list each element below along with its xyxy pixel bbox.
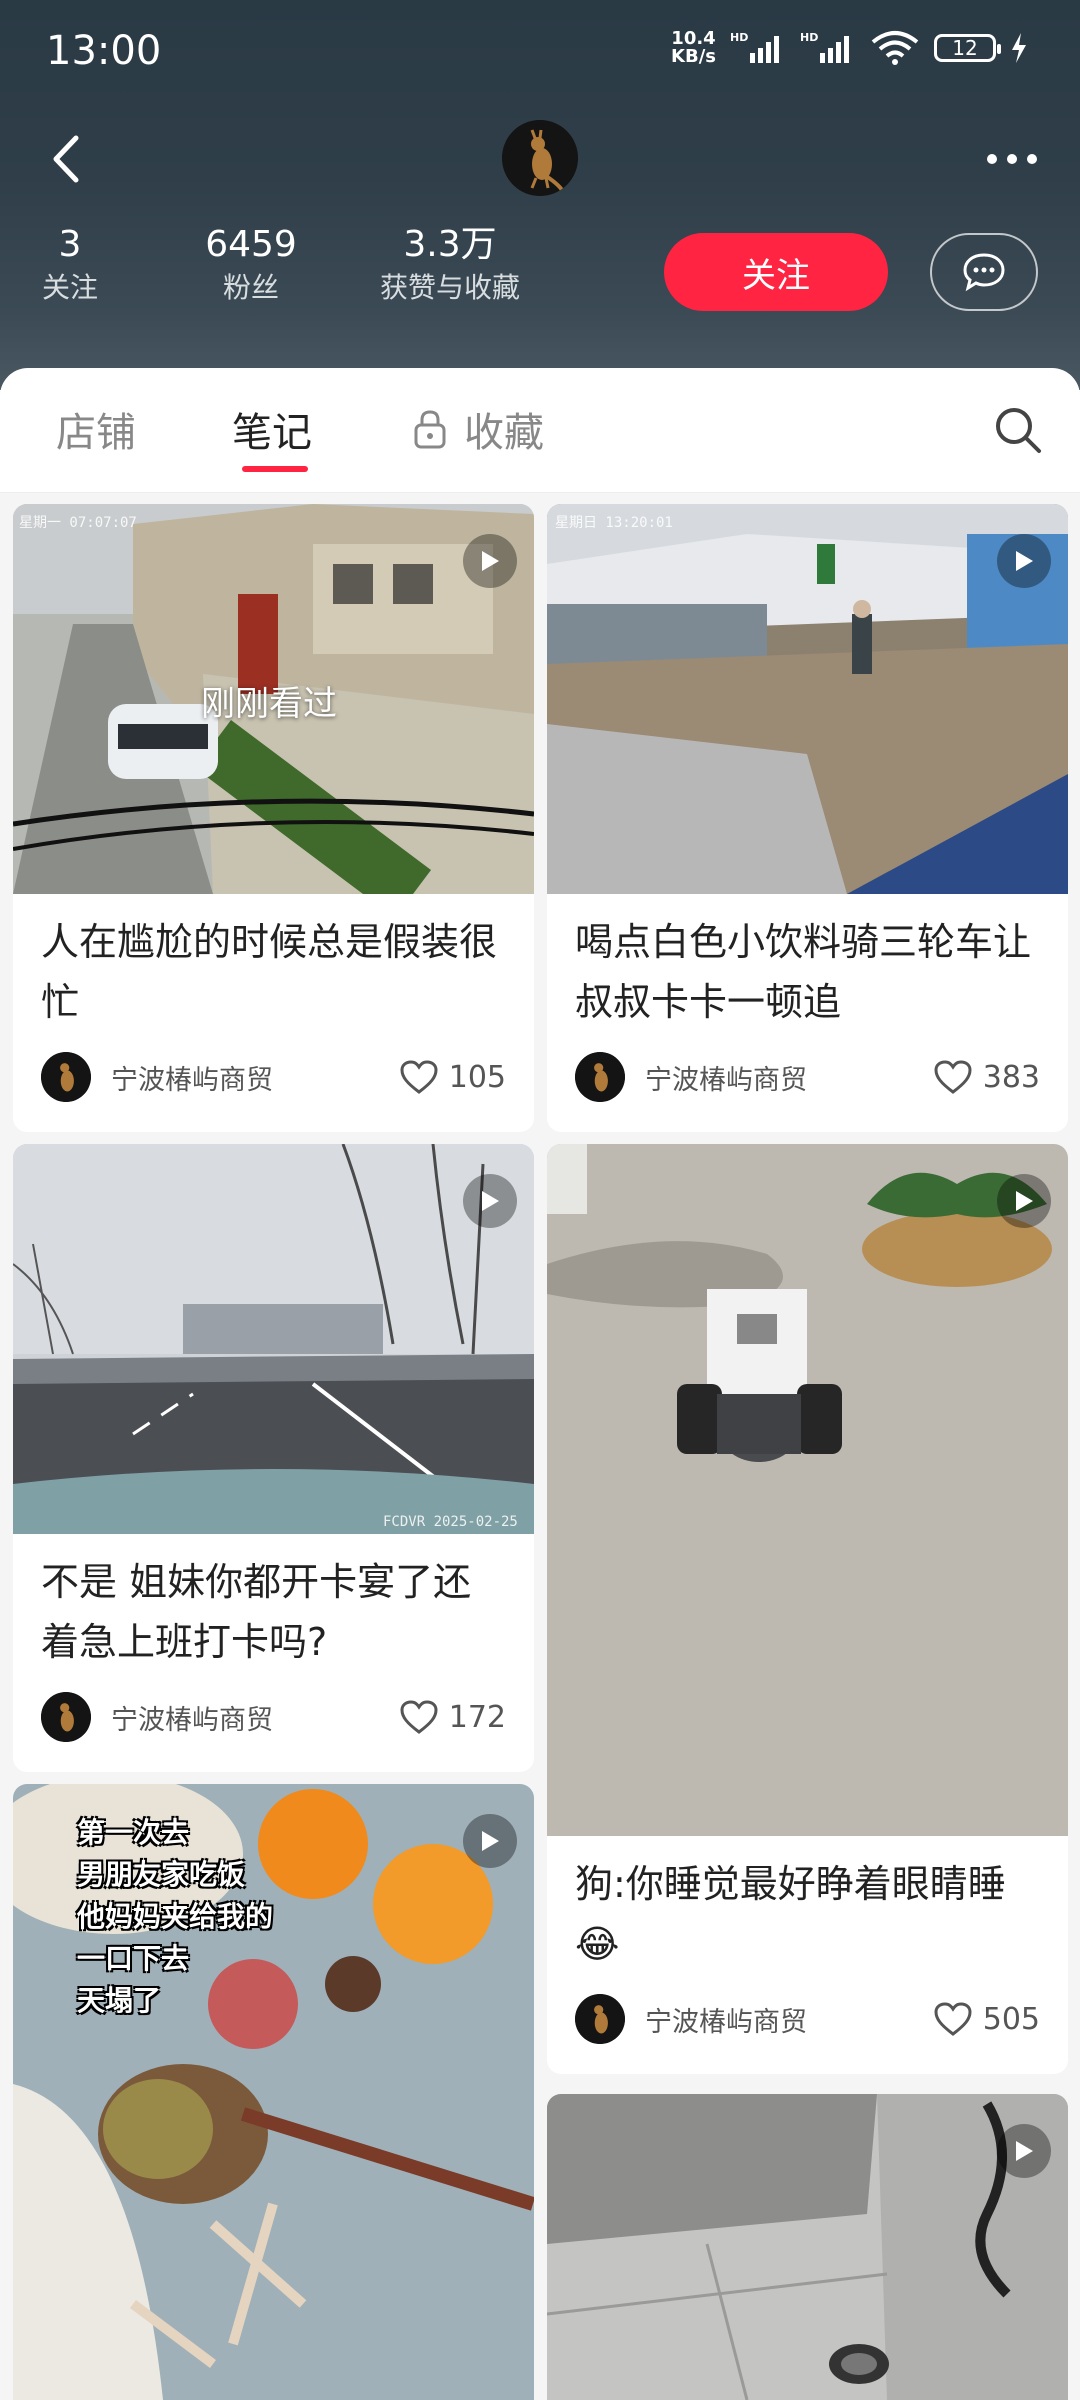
more-options-button[interactable] [980,134,1044,184]
like-button[interactable]: 505 [933,2001,1040,2037]
note-thumbnail [547,2094,1068,2400]
like-button[interactable]: 105 [399,1059,506,1095]
camera-timestamp: 星期日 13:20:01 [555,515,673,531]
author-name[interactable]: 宁波椿屿商贸 [645,1058,933,1097]
recently-viewed-label: 刚刚看过 [201,684,337,724]
wifi-icon [871,31,919,65]
charging-icon [1012,33,1026,63]
heart-icon [934,2002,972,2036]
note-title: 狗:你睡觉最好睁着眼睛睡😂 [575,1862,1006,1966]
like-button[interactable]: 383 [933,1059,1040,1095]
tab-favorites[interactable]: 收藏 [412,400,544,458]
video-play-icon [997,2124,1051,2178]
video-caption-overlay: 第一次去 男朋友家吃饭 他妈妈夹给我的 一口下去 天塌了 [77,1816,274,2017]
profile-header: 13:00 10.4 KB/s HD HD 12 3 关注 6459 粉丝 3.… [0,0,1080,390]
video-play-icon [463,1174,517,1228]
note-card[interactable]: FCDVR 2025-02-25 不是 姐妹你都开卡宴了还着急上班打卡吗? 宁波… [13,1144,534,1772]
stat-likes-favorites[interactable]: 3.3万 获赞与收藏 [370,222,530,308]
battery-icon: 12 [934,34,1001,62]
heart-icon [400,1060,438,1094]
signal-hd-icon: HD [730,31,779,63]
lock-icon [414,410,446,449]
author-avatar[interactable] [575,1052,625,1102]
back-button[interactable] [36,126,96,192]
like-count: 505 [982,2001,1040,2037]
message-button[interactable] [930,233,1038,311]
note-author-row: 宁波椿屿商贸 172 [41,1692,506,1742]
note-thumbnail [547,1144,1068,1836]
note-card[interactable]: 星期一 07:07:07 刚刚看过 人在尴尬的时候总是假装很忙 宁波椿屿商贸 1… [13,504,534,1132]
svg-text:HD: HD [730,31,748,44]
heart-icon [400,1700,438,1734]
video-play-icon [463,1814,517,1868]
like-button[interactable]: 172 [399,1699,506,1735]
status-bar: 13:00 10.4 KB/s HD HD 12 [0,0,1080,105]
chat-bubble-icon [963,253,1005,292]
kangaroo-avatar-image [502,120,578,196]
note-title: 喝点白色小饮料骑三轮车让叔叔卡卡一顿追 [575,920,1032,1024]
author-avatar[interactable] [41,1052,91,1102]
note-card[interactable] [547,2094,1068,2400]
author-name[interactable]: 宁波椿屿商贸 [645,2000,933,2039]
note-card[interactable]: 狗:你睡觉最好睁着眼睛睡😂 宁波椿屿商贸 505 [547,1144,1068,2074]
note-author-row: 宁波椿屿商贸 505 [575,1994,1040,2044]
note-author-row: 宁波椿屿商贸 383 [575,1052,1040,1102]
like-count: 383 [982,1059,1040,1095]
author-avatar[interactable] [575,1994,625,2044]
note-author-row: 宁波椿屿商贸 105 [41,1052,506,1102]
video-play-icon [997,534,1051,588]
dashcam-timestamp: FCDVR 2025-02-25 [383,1514,518,1530]
author-avatar[interactable] [41,1692,91,1742]
note-thumbnail [547,504,1068,894]
note-title: 人在尴尬的时候总是假装很忙 [41,920,498,1024]
note-card[interactable]: 星期日 13:20:01 喝点白色小饮料骑三轮车让叔叔卡卡一顿追 宁波椿屿商贸 … [547,504,1068,1132]
stat-followers[interactable]: 6459 粉丝 [196,222,306,308]
camera-timestamp: 星期一 07:07:07 [19,515,137,531]
heart-icon [934,1060,972,1094]
video-play-icon [997,1174,1051,1228]
note-card[interactable]: 第一次去 男朋友家吃饭 他妈妈夹给我的 一口下去 天塌了 [13,1784,534,2400]
svg-text:HD: HD [800,31,818,44]
tab-shop[interactable]: 店铺 [56,400,136,458]
note-thumbnail [13,1144,534,1534]
like-count: 172 [448,1699,506,1735]
author-name[interactable]: 宁波椿屿商贸 [111,1698,399,1737]
content-tabs: 店铺 笔记 收藏 [0,368,1080,493]
author-name[interactable]: 宁波椿屿商贸 [111,1058,399,1097]
tab-notes[interactable]: 笔记 [232,400,312,458]
like-count: 105 [448,1059,506,1095]
stat-following[interactable]: 3 关注 [40,222,100,308]
note-title: 不是 姐妹你都开卡宴了还着急上班打卡吗? [41,1560,472,1664]
avatar[interactable] [502,120,578,196]
tab-active-indicator [242,466,308,472]
profile-stats: 3 关注 6459 粉丝 3.3万 获赞与收藏 [0,222,530,308]
video-play-icon [463,534,517,588]
status-icons: 10.4 KB/s HD HD 12 [671,30,1028,66]
signal-hd-icon-2: HD [800,31,849,63]
follow-button[interactable]: 关注 [664,233,888,311]
search-icon[interactable] [992,404,1044,456]
status-time: 13:00 [46,28,162,74]
top-nav [0,110,1080,210]
network-speed: 10.4 KB/s [671,28,716,67]
